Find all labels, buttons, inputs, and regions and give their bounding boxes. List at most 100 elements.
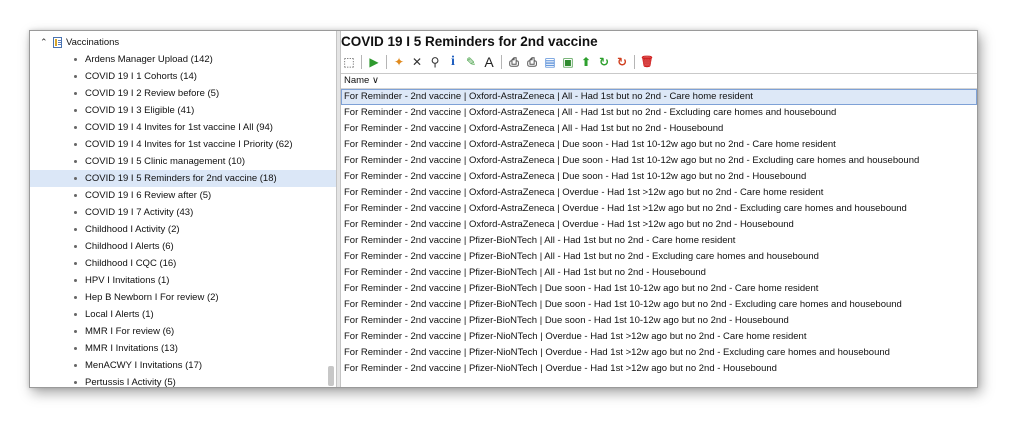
- search-tree-panel: ⌃ Vaccinations Ardens Manager Upload (14…: [30, 31, 336, 387]
- tree-item-label: COVID 19 I 5 Reminders for 2nd vaccine (…: [85, 173, 277, 184]
- edit-pen-icon[interactable]: ✎: [464, 55, 478, 69]
- list-row[interactable]: For Reminder - 2nd vaccine | Oxford-Astr…: [341, 89, 977, 105]
- bullet-icon: [74, 177, 77, 180]
- export-icon[interactable]: ▤: [543, 55, 557, 69]
- search-icon[interactable]: ⚲: [428, 55, 442, 69]
- toolbar-separator: [386, 54, 387, 69]
- tree-item[interactable]: Local I Alerts (1): [30, 306, 336, 323]
- tree-item-label: COVID 19 I 1 Cohorts (14): [85, 71, 197, 82]
- refresh-icon[interactable]: ↻: [597, 55, 611, 69]
- page-title: COVID 19 I 5 Reminders for 2nd vaccine: [341, 34, 598, 49]
- bullet-icon: [74, 330, 77, 333]
- bullet-icon: [74, 296, 77, 299]
- list-row[interactable]: For Reminder - 2nd vaccine | Pfizer-BioN…: [341, 313, 977, 329]
- column-header-name[interactable]: Name ∨: [341, 74, 977, 89]
- tree-list: Ardens Manager Upload (142) COVID 19 I 1 …: [30, 51, 336, 387]
- tree-folder-label: Vaccinations: [66, 36, 120, 48]
- list-row[interactable]: For Reminder - 2nd vaccine | Pfizer-BioN…: [341, 281, 977, 297]
- tree-item-label: COVID 19 I 6 Review after (5): [85, 190, 212, 201]
- bullet-icon: [74, 364, 77, 367]
- list-row[interactable]: For Reminder - 2nd vaccine | Oxford-Astr…: [341, 121, 977, 137]
- tree-item[interactable]: Pertussis I Activity (5): [30, 374, 336, 387]
- tree-item[interactable]: Hep B Newborn I For review (2): [30, 289, 336, 306]
- tree-item[interactable]: COVID 19 I 1 Cohorts (14): [30, 68, 336, 85]
- list-rows: For Reminder - 2nd vaccine | Oxford-Astr…: [341, 89, 977, 377]
- list-row[interactable]: For Reminder - 2nd vaccine | Oxford-Astr…: [341, 137, 977, 153]
- list-row[interactable]: For Reminder - 2nd vaccine | Pfizer-BioN…: [341, 265, 977, 281]
- tree-item[interactable]: HPV I Invitations (1): [30, 272, 336, 289]
- info-icon[interactable]: i: [446, 54, 460, 69]
- print-list-icon[interactable]: ⎙: [525, 55, 539, 69]
- tree-item-label: Hep B Newborn I For review (2): [85, 292, 219, 303]
- tree-item-label: MenACWY I Invitations (17): [85, 360, 203, 371]
- tree-item[interactable]: COVID 19 I 4 Invites for 1st vaccine I P…: [30, 136, 336, 153]
- select-all-icon[interactable]: ⬚: [342, 55, 356, 69]
- tree-item[interactable]: COVID 19 I 4 Invites for 1st vaccine I A…: [30, 119, 336, 136]
- tree-item-label: COVID 19 I 5 Clinic management (10): [85, 156, 245, 167]
- list-row[interactable]: For Reminder - 2nd vaccine | Pfizer-BioN…: [341, 233, 977, 249]
- refresh-all-icon[interactable]: ↻: [615, 55, 629, 69]
- list-row[interactable]: For Reminder - 2nd vaccine | Pfizer-NioN…: [341, 329, 977, 345]
- bullet-icon: [74, 194, 77, 197]
- bullet-icon: [74, 313, 77, 316]
- folder-icon: [53, 36, 62, 48]
- bullet-icon: [74, 160, 77, 163]
- list-row[interactable]: For Reminder - 2nd vaccine | Oxford-Astr…: [341, 201, 977, 217]
- tree-item-label: COVID 19 I 7 Activity (43): [85, 207, 194, 218]
- delete-x-icon[interactable]: ✕: [410, 55, 424, 69]
- tree-item-label: Childhood I Alerts (6): [85, 241, 174, 252]
- tree-item-label: Childhood I CQC (16): [85, 258, 177, 269]
- trash-icon[interactable]: 🗑: [640, 55, 654, 69]
- list-row[interactable]: For Reminder - 2nd vaccine | Oxford-Astr…: [341, 217, 977, 233]
- list-row[interactable]: For Reminder - 2nd vaccine | Pfizer-BioN…: [341, 297, 977, 313]
- tree-folder-vaccinations[interactable]: ⌃ Vaccinations: [40, 35, 119, 49]
- list-row[interactable]: For Reminder - 2nd vaccine | Pfizer-NioN…: [341, 361, 977, 377]
- print-icon[interactable]: ⎙: [507, 55, 521, 69]
- bullet-icon: [74, 143, 77, 146]
- tree-item[interactable]: MMR I For review (6): [30, 323, 336, 340]
- toolbar: ⬚ ▶ ✦ ✕ ⚲ i ✎ A ⎙ ⎙ ▤ ▣ ⬆ ↻ ↻ 🗑: [342, 53, 658, 70]
- list-row[interactable]: For Reminder - 2nd vaccine | Pfizer-NioN…: [341, 345, 977, 361]
- tree-item-label: Pertussis I Activity (5): [85, 377, 176, 387]
- tree-item-label: COVID 19 I 4 Invites for 1st vaccine I P…: [85, 139, 293, 150]
- bullet-icon: [74, 279, 77, 282]
- bullet-icon: [74, 75, 77, 78]
- bullet-icon: [74, 347, 77, 350]
- list-row[interactable]: For Reminder - 2nd vaccine | Oxford-Astr…: [341, 185, 977, 201]
- tree-item[interactable]: MMR I Invitations (13): [30, 340, 336, 357]
- tree-item[interactable]: Childhood I Alerts (6): [30, 238, 336, 255]
- tree-item[interactable]: MenACWY I Invitations (17): [30, 357, 336, 374]
- run-icon[interactable]: ▶: [367, 55, 381, 69]
- bullet-icon: [74, 211, 77, 214]
- bullet-icon: [74, 109, 77, 112]
- bullet-icon: [74, 58, 77, 61]
- main-panel: COVID 19 I 5 Reminders for 2nd vaccine ⬚…: [341, 31, 977, 387]
- bullet-icon: [74, 381, 77, 384]
- tree-item[interactable]: COVID 19 I 3 Eligible (41): [30, 102, 336, 119]
- tree-scrollbar[interactable]: [328, 366, 334, 386]
- tree-item[interactable]: COVID 19 I 5 Clinic management (10): [30, 153, 336, 170]
- tree-item[interactable]: Childhood I Activity (2): [30, 221, 336, 238]
- tree-item-label: Local I Alerts (1): [85, 309, 154, 320]
- search-list: Name ∨ For Reminder - 2nd vaccine | Oxfo…: [341, 73, 977, 387]
- rename-icon[interactable]: A: [482, 55, 496, 69]
- collapse-caret-icon[interactable]: ⌃: [40, 35, 50, 49]
- report-icon[interactable]: ▣: [561, 55, 575, 69]
- tree-item[interactable]: COVID 19 I 6 Review after (5): [30, 187, 336, 204]
- list-row[interactable]: For Reminder - 2nd vaccine | Pfizer-BioN…: [341, 249, 977, 265]
- tree-item-label: HPV I Invitations (1): [85, 275, 170, 286]
- tree-item[interactable]: COVID 19 I 2 Review before (5): [30, 85, 336, 102]
- app-window: ⌃ Vaccinations Ardens Manager Upload (14…: [29, 30, 978, 388]
- tree-item-label: MMR I For review (6): [85, 326, 175, 337]
- tree-item[interactable]: COVID 19 I 5 Reminders for 2nd vaccine (…: [30, 170, 336, 187]
- bullet-icon: [74, 228, 77, 231]
- list-row[interactable]: For Reminder - 2nd vaccine | Oxford-Astr…: [341, 169, 977, 185]
- list-row[interactable]: For Reminder - 2nd vaccine | Oxford-Astr…: [341, 153, 977, 169]
- list-row[interactable]: For Reminder - 2nd vaccine | Oxford-Astr…: [341, 105, 977, 121]
- tree-item-label: Childhood I Activity (2): [85, 224, 180, 235]
- tree-item[interactable]: Childhood I CQC (16): [30, 255, 336, 272]
- tree-item[interactable]: COVID 19 I 7 Activity (43): [30, 204, 336, 221]
- move-up-icon[interactable]: ⬆: [579, 55, 593, 69]
- tree-item[interactable]: Ardens Manager Upload (142): [30, 51, 336, 68]
- add-search-icon[interactable]: ✦: [392, 55, 406, 69]
